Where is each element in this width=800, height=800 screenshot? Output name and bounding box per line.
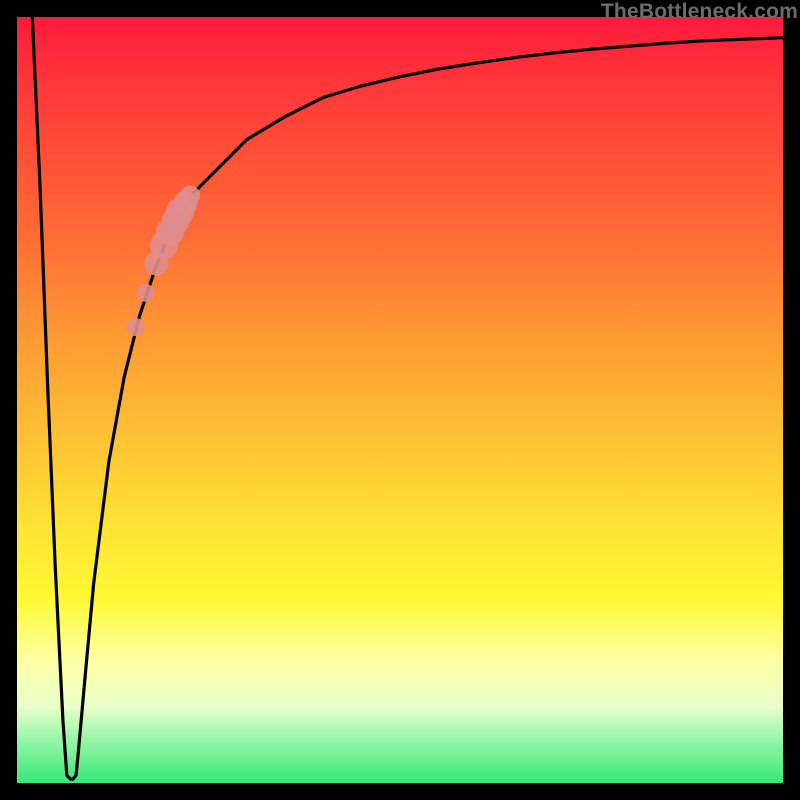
- chart-frame: TheBottleneck.com: [0, 0, 800, 800]
- curve-svg: [17, 17, 783, 783]
- plot-area: [17, 17, 783, 783]
- highlight-dots: [127, 186, 200, 337]
- watermark-label: TheBottleneck.com: [601, 0, 798, 24]
- bottleneck-curve: [32, 17, 783, 779]
- highlight-dot: [127, 318, 145, 336]
- highlight-dot: [137, 284, 155, 302]
- highlight-dot: [180, 186, 200, 206]
